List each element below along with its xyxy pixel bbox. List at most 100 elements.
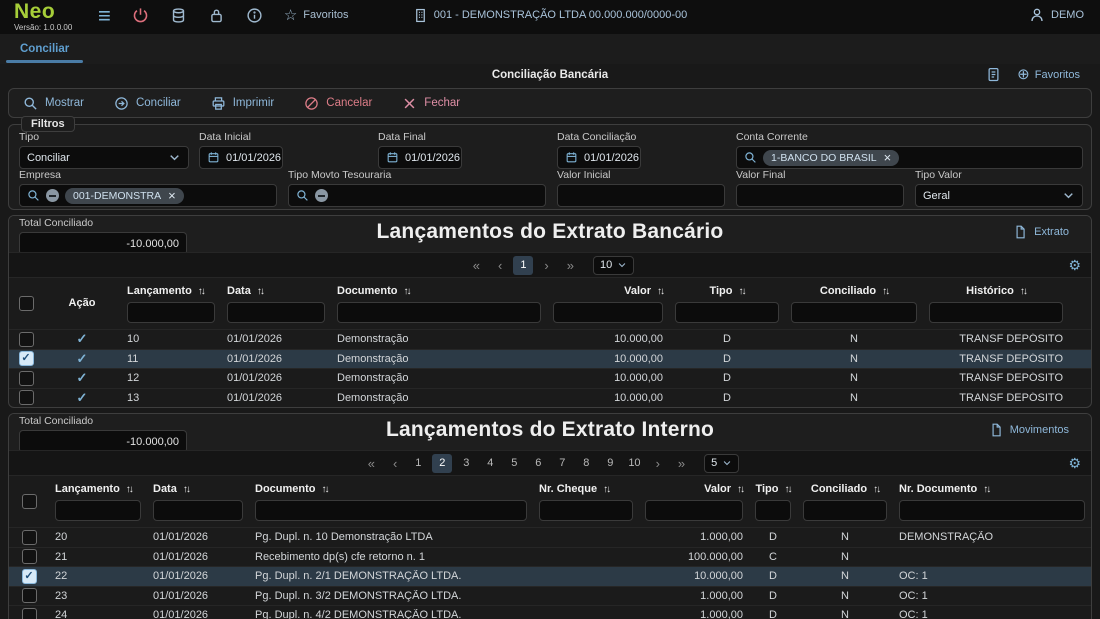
chip-remove-icon[interactable]: × (168, 191, 176, 201)
user-menu[interactable]: DEMO (1029, 0, 1084, 30)
col-documento[interactable]: Documento↑↓ (255, 481, 527, 497)
info-icon[interactable] (246, 7, 263, 24)
filter-conciliado-input[interactable] (803, 500, 887, 521)
filter-tipo-input[interactable] (755, 500, 791, 521)
page-button[interactable]: 9 (600, 454, 620, 473)
col-data[interactable]: Data↑↓ (227, 283, 325, 299)
fechar-button[interactable]: Fechar (402, 96, 460, 111)
favorites-menu[interactable]: ☆ Favoritos (284, 0, 349, 30)
gear-icon[interactable]: ⚙ (1068, 257, 1081, 274)
table-row[interactable]: ✓ 20 01/01/2026 Pg. Dupl. n. 10 Demonstr… (9, 527, 1091, 547)
conciliar-button[interactable]: Conciliar (114, 96, 181, 111)
next-page-button[interactable]: › (537, 258, 555, 273)
tipo-movto-input[interactable] (288, 184, 546, 207)
document-icon[interactable] (986, 67, 1001, 82)
col-data[interactable]: Data↑↓ (153, 481, 243, 497)
page-button[interactable]: 10 (624, 454, 644, 473)
col-documento[interactable]: Documento↑↓ (337, 283, 541, 299)
page-button[interactable]: 6 (528, 454, 548, 473)
page-button[interactable]: 1 (408, 454, 428, 473)
row-checkbox[interactable]: ✓ (19, 332, 34, 347)
empresa-input[interactable]: 001-DEMONSTRA × (19, 184, 277, 207)
col-nr-cheque[interactable]: Nr. Cheque↑↓ (539, 481, 633, 497)
table-row[interactable]: ✓ 22 01/01/2026 Pg. Dupl. n. 2/1 DEMONST… (9, 566, 1091, 586)
filter-lancamento-input[interactable] (127, 302, 215, 323)
gear-icon[interactable]: ⚙ (1068, 455, 1081, 472)
filter-documento-input[interactable] (337, 302, 541, 323)
filter-tipo-input[interactable] (675, 302, 779, 323)
check-icon[interactable]: ✓ (77, 351, 88, 366)
filter-historico-input[interactable] (929, 302, 1063, 323)
minus-circle-icon[interactable] (46, 189, 59, 202)
prev-page-button[interactable]: ‹ (386, 456, 404, 471)
first-page-button[interactable]: « (361, 456, 382, 471)
row-checkbox[interactable]: ✓ (19, 351, 34, 366)
row-checkbox[interactable]: ✓ (22, 588, 37, 603)
filter-conciliado-input[interactable] (791, 302, 917, 323)
imprimir-button[interactable]: Imprimir (211, 96, 275, 111)
extrato-button[interactable]: Extrato (1013, 225, 1069, 239)
page-button[interactable]: 1 (513, 256, 533, 275)
minus-circle-icon[interactable] (315, 189, 328, 202)
data-conciliacao-input[interactable]: 01/01/2026 (557, 146, 641, 169)
page-size-select[interactable]: 10 (593, 256, 634, 275)
row-checkbox[interactable]: ✓ (22, 549, 37, 564)
filter-data-input[interactable] (153, 500, 243, 521)
tab-conciliar[interactable]: Conciliar (6, 34, 83, 64)
filter-nr-cheque-input[interactable] (539, 500, 633, 521)
table-row[interactable]: ✓ 23 01/01/2026 Pg. Dupl. n. 3/2 DEMONST… (9, 586, 1091, 606)
select-all-checkbox[interactable]: ✓ (22, 494, 37, 509)
page-size-select[interactable]: 5 (704, 454, 739, 473)
col-valor[interactable]: Valor↑↓ (553, 283, 663, 299)
row-checkbox[interactable]: ✓ (19, 371, 34, 386)
col-historico[interactable]: Histórico↑↓ (929, 283, 1063, 299)
filter-nr-documento-input[interactable] (899, 500, 1085, 521)
row-checkbox[interactable]: ✓ (22, 608, 37, 619)
page-button[interactable]: 4 (480, 454, 500, 473)
data-inicial-input[interactable]: 01/01/2026 (199, 146, 283, 169)
col-lancamento[interactable]: Lançamento↑↓ (55, 481, 141, 497)
neo-logo[interactable]: Neo (14, 0, 78, 24)
menu-icon[interactable]: ≡ (98, 7, 111, 24)
filter-lancamento-input[interactable] (55, 500, 141, 521)
filter-documento-input[interactable] (255, 500, 527, 521)
col-tipo[interactable]: Tipo↑↓ (675, 283, 779, 299)
col-conciliado[interactable]: Conciliado↑↓ (791, 283, 917, 299)
prev-page-button[interactable]: ‹ (491, 258, 509, 273)
power-icon[interactable] (132, 7, 149, 24)
valor-final-input[interactable] (736, 184, 904, 207)
conta-corrente-chip[interactable]: 1-BANCO DO BRASIL × (763, 150, 899, 166)
lock-icon[interactable] (208, 7, 225, 24)
table-row[interactable]: ✓ ✓ 13 01/01/2026 Demonstração 10.000,00… (9, 388, 1091, 408)
add-favorite-button[interactable]: ⊕ Favoritos (1017, 68, 1080, 82)
table-row[interactable]: ✓ ✓ 10 01/01/2026 Demonstração 10.000,00… (9, 329, 1091, 349)
table-row[interactable]: ✓ 24 01/01/2026 Pg. Dupl. n. 4/2 DEMONST… (9, 605, 1091, 619)
col-valor[interactable]: Valor↑↓ (645, 481, 743, 497)
row-checkbox[interactable]: ✓ (19, 390, 34, 405)
database-icon[interactable] (170, 7, 187, 24)
movimentos-button[interactable]: Movimentos (989, 423, 1069, 437)
conta-corrente-input[interactable]: 1-BANCO DO BRASIL × (736, 146, 1083, 169)
data-final-input[interactable]: 01/01/2026 (378, 146, 462, 169)
table-row[interactable]: ✓ ✓ 12 01/01/2026 Demonstração 10.000,00… (9, 368, 1091, 388)
check-icon[interactable]: ✓ (77, 331, 88, 346)
col-conciliado[interactable]: Conciliado↑↓ (803, 481, 887, 497)
check-icon[interactable]: ✓ (77, 390, 88, 405)
page-button[interactable]: 2 (432, 454, 452, 473)
filter-data-input[interactable] (227, 302, 325, 323)
filter-valor-input[interactable] (553, 302, 663, 323)
last-page-button[interactable]: » (671, 456, 692, 471)
page-button[interactable]: 5 (504, 454, 524, 473)
chip-remove-icon[interactable]: × (884, 153, 892, 163)
next-page-button[interactable]: › (649, 456, 667, 471)
check-icon[interactable]: ✓ (77, 370, 88, 385)
page-button[interactable]: 8 (576, 454, 596, 473)
row-checkbox[interactable]: ✓ (22, 569, 37, 584)
valor-inicial-input[interactable] (557, 184, 725, 207)
col-nr-documento[interactable]: Nr. Documento↑↓ (899, 481, 1085, 497)
tipo-select[interactable]: Conciliar (19, 146, 189, 169)
page-button[interactable]: 3 (456, 454, 476, 473)
row-checkbox[interactable]: ✓ (22, 530, 37, 545)
mostrar-button[interactable]: Mostrar (23, 96, 84, 111)
empresa-chip[interactable]: 001-DEMONSTRA × (65, 188, 184, 204)
